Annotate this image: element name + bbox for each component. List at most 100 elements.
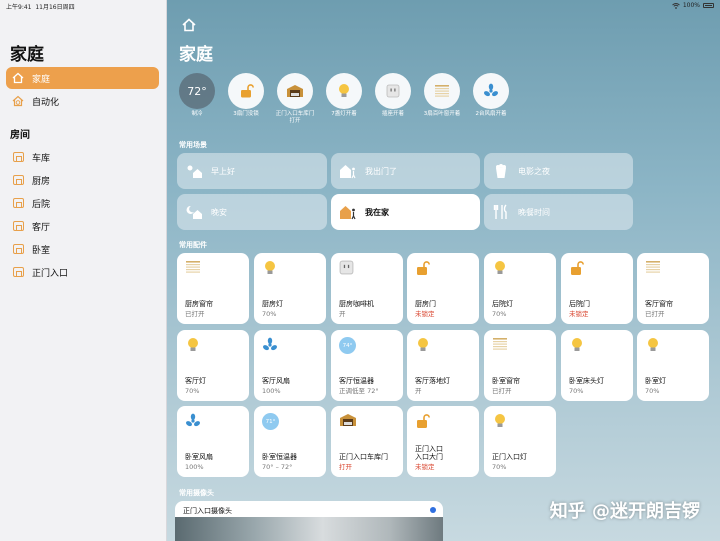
accessory-tile[interactable]: 卧室窗帘 已打开 bbox=[484, 330, 556, 401]
main-area: 家庭 72° 制冷 3扇门没锁 正门入口车库门 打开 7盏灯开着 插座开着 3扇… bbox=[167, 0, 720, 541]
accessory-name: 客厅窗帘 bbox=[645, 300, 673, 308]
accessory-tile[interactable]: 客厅风扇 100% bbox=[254, 330, 326, 401]
scene-dinner-time[interactable]: 晚餐时间 bbox=[484, 194, 633, 230]
status-thermostat[interactable]: 72° bbox=[179, 73, 215, 109]
status-outlets-on[interactable] bbox=[375, 73, 411, 109]
accessory-state: 打开 bbox=[339, 463, 352, 471]
status-garage-open[interactable] bbox=[277, 73, 313, 109]
accessory-tile[interactable]: 卧室床头灯 70% bbox=[561, 330, 633, 401]
accessory-tile[interactable]: 卧室风扇 100% bbox=[177, 406, 249, 477]
accessory-tile[interactable]: 74° 客厅恒温器 正调低至 72° bbox=[331, 330, 403, 401]
status-blinds-open[interactable] bbox=[424, 73, 460, 109]
accessory-tile[interactable]: 正门入口 入口大门 未锁定 bbox=[407, 406, 479, 477]
accessory-tile[interactable]: 后院门 未锁定 bbox=[561, 253, 633, 324]
accessory-state: 正调低至 72° bbox=[339, 387, 379, 395]
thermostat-badge: 74° bbox=[339, 337, 356, 354]
bulb-icon bbox=[492, 260, 508, 276]
accessory-name: 正门入口 入口大门 bbox=[415, 445, 443, 461]
lock-open-icon bbox=[415, 413, 431, 429]
accessory-name: 厨房咖啡机 bbox=[339, 300, 374, 308]
camera-tile[interactable]: 正门入口摄像头 bbox=[175, 501, 443, 541]
sidebar-item-garage[interactable]: 车库 bbox=[6, 146, 159, 168]
accessory-state: 100% bbox=[262, 387, 281, 395]
status-right: 100% bbox=[672, 2, 714, 9]
watermark: 知乎 @迷开朗吉锣 bbox=[549, 501, 700, 522]
accessory-state: 未锁定 bbox=[569, 310, 589, 318]
accessory-tile[interactable]: 正门入口灯 70% bbox=[484, 406, 556, 477]
sidebar: 家庭 家庭 自动化 房间 车库 厨房 后院 客厅 卧室 正门入口 bbox=[0, 0, 167, 541]
sidebar-item-bedroom[interactable]: 卧室 bbox=[6, 238, 159, 260]
accessory-state: 100% bbox=[185, 463, 204, 471]
outlet-icon bbox=[339, 260, 355, 276]
accessory-state: 70% bbox=[492, 310, 507, 318]
popcorn-icon bbox=[492, 163, 510, 179]
accessory-state: 已打开 bbox=[185, 310, 205, 318]
accessory-name: 后院灯 bbox=[492, 300, 513, 308]
accessory-name: 厨房灯 bbox=[262, 300, 283, 308]
scene-movie-night[interactable]: 电影之夜 bbox=[484, 153, 633, 189]
accessory-state: 已打开 bbox=[492, 387, 512, 395]
lock-open-icon bbox=[569, 260, 585, 276]
scenes-heading: 常用场景 bbox=[179, 141, 207, 149]
garage-icon bbox=[286, 84, 304, 98]
status-label: 制冷 bbox=[191, 111, 203, 117]
accessory-tile[interactable]: 厨房咖啡机开 bbox=[331, 253, 403, 324]
clock-icon bbox=[12, 95, 24, 107]
sidebar-item-living-room[interactable]: 客厅 bbox=[6, 215, 159, 237]
status-fans-on[interactable] bbox=[473, 73, 509, 109]
accessory-state: 70% bbox=[645, 387, 660, 395]
accessory-name: 正门入口车库门 bbox=[339, 453, 388, 461]
room-icon bbox=[12, 175, 24, 185]
status-label: 2台风扇开着 bbox=[475, 111, 507, 117]
home-icon[interactable] bbox=[181, 17, 197, 33]
scene-leave-home[interactable]: 我出门了 bbox=[331, 153, 480, 189]
accessory-tile[interactable]: 正门入口车库门 打开 bbox=[331, 406, 403, 477]
camera-status-dot bbox=[430, 507, 436, 513]
sidebar-item-automation[interactable]: 自动化 bbox=[6, 90, 159, 112]
morning-icon bbox=[185, 163, 203, 179]
bulb-icon bbox=[415, 337, 431, 353]
accessory-tile[interactable]: 客厅窗帘 已打开 bbox=[637, 253, 709, 324]
blinds-icon bbox=[185, 260, 201, 276]
status-label: 3扇门没锁 bbox=[233, 111, 259, 117]
accessory-tile[interactable]: 卧室灯 70% bbox=[637, 330, 709, 401]
accessory-state: 开 bbox=[339, 310, 346, 318]
accessory-tile[interactable]: 厨房灯 70% bbox=[254, 253, 326, 324]
garage-icon bbox=[339, 413, 356, 429]
lock-open-icon bbox=[415, 260, 431, 276]
camera-title: 正门入口摄像头 bbox=[183, 507, 232, 515]
bulb-icon bbox=[645, 337, 661, 353]
thermostat-badge: 71° bbox=[262, 413, 279, 430]
accessory-tile[interactable]: 71° 卧室恒温器 70° – 72° bbox=[254, 406, 326, 477]
leave-home-icon bbox=[339, 163, 357, 179]
sidebar-item-kitchen[interactable]: 厨房 bbox=[6, 169, 159, 191]
accessory-state: 70° – 72° bbox=[262, 463, 293, 471]
accessory-tile[interactable]: 后院灯 70% bbox=[484, 253, 556, 324]
status-label: 7盏灯开着 bbox=[331, 111, 357, 117]
bulb-icon bbox=[337, 83, 351, 99]
accessory-state: 70% bbox=[262, 310, 277, 318]
accessory-tile[interactable]: 厨房窗帘 已打开 bbox=[177, 253, 249, 324]
room-icon bbox=[12, 152, 24, 162]
scene-arrive-home[interactable]: 我在家 bbox=[331, 194, 480, 230]
accessory-state: 已打开 bbox=[645, 310, 665, 318]
accessory-tile[interactable]: 客厅灯 70% bbox=[177, 330, 249, 401]
sidebar-item-home[interactable]: 家庭 bbox=[6, 67, 159, 89]
accessory-state: 未锁定 bbox=[415, 310, 435, 318]
scene-good-morning[interactable]: 早上好 bbox=[177, 153, 327, 189]
accessory-state: 开 bbox=[415, 387, 422, 395]
rooms-heading: 房间 bbox=[10, 130, 30, 141]
room-icon bbox=[12, 244, 24, 254]
sidebar-item-backyard[interactable]: 后院 bbox=[6, 192, 159, 214]
sidebar-item-entrance[interactable]: 正门入口 bbox=[6, 261, 159, 283]
status-lights-on[interactable] bbox=[326, 73, 362, 109]
lock-open-icon bbox=[238, 83, 254, 99]
accessory-tile[interactable]: 客厅落地灯开 bbox=[407, 330, 479, 401]
battery-icon bbox=[703, 3, 714, 8]
room-icon bbox=[12, 267, 24, 277]
status-doors-unlocked[interactable] bbox=[228, 73, 264, 109]
bulb-icon bbox=[185, 337, 201, 353]
scene-good-night[interactable]: 晚安 bbox=[177, 194, 327, 230]
blinds-icon bbox=[434, 84, 450, 98]
accessory-tile[interactable]: 厨房门 未锁定 bbox=[407, 253, 479, 324]
